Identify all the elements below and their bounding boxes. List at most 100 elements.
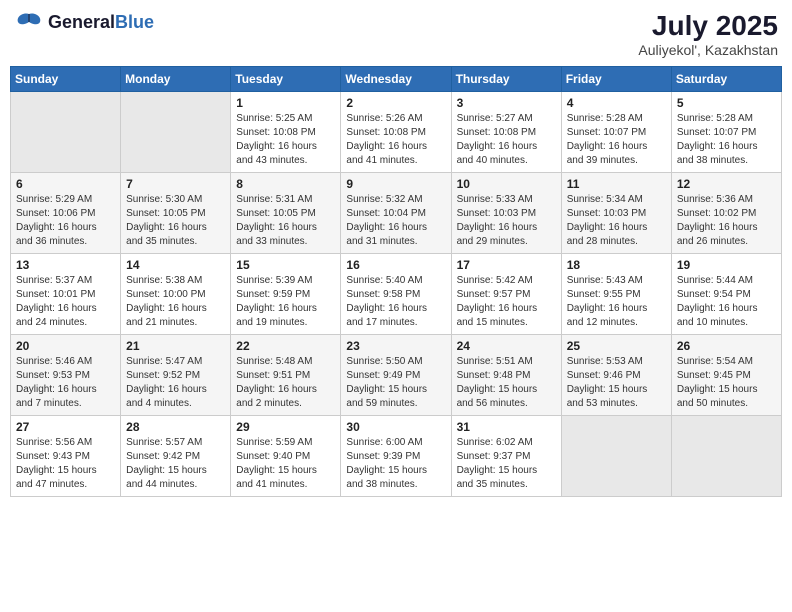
day-info: Sunrise: 5:34 AM Sunset: 10:03 PM Daylig… bbox=[567, 193, 666, 249]
calendar-cell: 6 Sunrise: 5:29 AM Sunset: 10:06 PM Dayli… bbox=[11, 173, 121, 254]
day-info: Sunrise: 5:53 AM Sunset: 9:46 PM Dayligh… bbox=[567, 355, 666, 411]
day-number: 23 bbox=[346, 339, 445, 353]
day-number: 12 bbox=[677, 177, 776, 191]
day-number: 2 bbox=[346, 96, 445, 110]
day-info: Sunrise: 5:40 AM Sunset: 9:58 PM Dayligh… bbox=[346, 274, 445, 330]
day-info: Sunrise: 5:56 AM Sunset: 9:43 PM Dayligh… bbox=[16, 436, 115, 492]
calendar-cell: 12 Sunrise: 5:36 AM Sunset: 10:02 PM Dayl… bbox=[671, 173, 781, 254]
calendar-cell: 18 Sunrise: 5:43 AM Sunset: 9:55 PM Dayli… bbox=[561, 254, 671, 335]
calendar-cell: 3 Sunrise: 5:27 AM Sunset: 10:08 PM Dayli… bbox=[451, 92, 561, 173]
calendar-cell: 19 Sunrise: 5:44 AM Sunset: 9:54 PM Dayli… bbox=[671, 254, 781, 335]
day-info: Sunrise: 5:46 AM Sunset: 9:53 PM Dayligh… bbox=[16, 355, 115, 411]
calendar-cell: 30 Sunrise: 6:00 AM Sunset: 9:39 PM Dayli… bbox=[341, 416, 451, 497]
day-info: Sunrise: 5:26 AM Sunset: 10:08 PM Daylig… bbox=[346, 112, 445, 168]
day-number: 6 bbox=[16, 177, 115, 191]
calendar-week-row: 13Sunrise: 5:37 AM Sunset: 10:01 PM Dayl… bbox=[11, 254, 782, 335]
day-info: Sunrise: 5:36 AM Sunset: 10:02 PM Daylig… bbox=[677, 193, 776, 249]
calendar-cell: 8 Sunrise: 5:31 AM Sunset: 10:05 PM Dayli… bbox=[231, 173, 341, 254]
day-number: 29 bbox=[236, 420, 335, 434]
day-number: 24 bbox=[457, 339, 556, 353]
calendar-cell: 21 Sunrise: 5:47 AM Sunset: 9:52 PM Dayli… bbox=[121, 335, 231, 416]
day-number: 18 bbox=[567, 258, 666, 272]
day-number: 27 bbox=[16, 420, 115, 434]
day-number: 11 bbox=[567, 177, 666, 191]
day-info: Sunrise: 6:02 AM Sunset: 9:37 PM Dayligh… bbox=[457, 436, 556, 492]
day-number: 26 bbox=[677, 339, 776, 353]
day-number: 8 bbox=[236, 177, 335, 191]
day-info: Sunrise: 6:00 AM Sunset: 9:39 PM Dayligh… bbox=[346, 436, 445, 492]
day-info: Sunrise: 5:43 AM Sunset: 9:55 PM Dayligh… bbox=[567, 274, 666, 330]
day-info: Sunrise: 5:42 AM Sunset: 9:57 PM Dayligh… bbox=[457, 274, 556, 330]
day-info: Sunrise: 5:33 AM Sunset: 10:03 PM Daylig… bbox=[457, 193, 556, 249]
day-number: 28 bbox=[126, 420, 225, 434]
calendar-cell: 20 Sunrise: 5:46 AM Sunset: 9:53 PM Dayli… bbox=[11, 335, 121, 416]
day-number: 31 bbox=[457, 420, 556, 434]
calendar-cell: 22 Sunrise: 5:48 AM Sunset: 9:51 PM Dayli… bbox=[231, 335, 341, 416]
calendar-cell bbox=[121, 92, 231, 173]
col-header-saturday: Saturday bbox=[671, 67, 781, 92]
calendar-cell bbox=[11, 92, 121, 173]
calendar-cell: 10 Sunrise: 5:33 AM Sunset: 10:03 PM Dayl… bbox=[451, 173, 561, 254]
col-header-friday: Friday bbox=[561, 67, 671, 92]
location: Auliyekol', Kazakhstan bbox=[638, 42, 778, 58]
day-info: Sunrise: 5:29 AM Sunset: 10:06 PM Daylig… bbox=[16, 193, 115, 249]
day-number: 9 bbox=[346, 177, 445, 191]
calendar-cell: 25 Sunrise: 5:53 AM Sunset: 9:46 PM Dayli… bbox=[561, 335, 671, 416]
calendar-cell: 14 Sunrise: 5:38 AM Sunset: 10:00 PM Dayl… bbox=[121, 254, 231, 335]
day-number: 19 bbox=[677, 258, 776, 272]
calendar-cell: 15 Sunrise: 5:39 AM Sunset: 9:59 PM Dayli… bbox=[231, 254, 341, 335]
day-info: Sunrise: 5:38 AM Sunset: 10:00 PM Daylig… bbox=[126, 274, 225, 330]
day-number: 20 bbox=[16, 339, 115, 353]
calendar-cell: 13Sunrise: 5:37 AM Sunset: 10:01 PM Dayl… bbox=[11, 254, 121, 335]
calendar-cell: 28 Sunrise: 5:57 AM Sunset: 9:42 PM Dayli… bbox=[121, 416, 231, 497]
calendar-week-row: 1Sunrise: 5:25 AM Sunset: 10:08 PM Dayli… bbox=[11, 92, 782, 173]
month-year: July 2025 bbox=[638, 10, 778, 42]
day-number: 30 bbox=[346, 420, 445, 434]
day-info: Sunrise: 5:51 AM Sunset: 9:48 PM Dayligh… bbox=[457, 355, 556, 411]
day-info: Sunrise: 5:31 AM Sunset: 10:05 PM Daylig… bbox=[236, 193, 335, 249]
day-info: Sunrise: 5:32 AM Sunset: 10:04 PM Daylig… bbox=[346, 193, 445, 249]
day-info: Sunrise: 5:28 AM Sunset: 10:07 PM Daylig… bbox=[677, 112, 776, 168]
day-info: Sunrise: 5:27 AM Sunset: 10:08 PM Daylig… bbox=[457, 112, 556, 168]
day-number: 16 bbox=[346, 258, 445, 272]
day-info: Sunrise: 5:48 AM Sunset: 9:51 PM Dayligh… bbox=[236, 355, 335, 411]
title-block: July 2025 Auliyekol', Kazakhstan bbox=[638, 10, 778, 58]
calendar-cell: 4 Sunrise: 5:28 AM Sunset: 10:07 PM Dayli… bbox=[561, 92, 671, 173]
calendar-cell: 9 Sunrise: 5:32 AM Sunset: 10:04 PM Dayli… bbox=[341, 173, 451, 254]
day-number: 21 bbox=[126, 339, 225, 353]
day-info: Sunrise: 5:57 AM Sunset: 9:42 PM Dayligh… bbox=[126, 436, 225, 492]
calendar-cell: 1Sunrise: 5:25 AM Sunset: 10:08 PM Dayli… bbox=[231, 92, 341, 173]
col-header-tuesday: Tuesday bbox=[231, 67, 341, 92]
calendar-cell: 7 Sunrise: 5:30 AM Sunset: 10:05 PM Dayli… bbox=[121, 173, 231, 254]
logo: GeneralBlue bbox=[14, 10, 154, 34]
day-info: Sunrise: 5:39 AM Sunset: 9:59 PM Dayligh… bbox=[236, 274, 335, 330]
day-number: 4 bbox=[567, 96, 666, 110]
calendar-cell: 27 Sunrise: 5:56 AM Sunset: 9:43 PM Dayli… bbox=[11, 416, 121, 497]
day-number: 15 bbox=[236, 258, 335, 272]
page-header: GeneralBlue July 2025 Auliyekol', Kazakh… bbox=[10, 10, 782, 58]
col-header-thursday: Thursday bbox=[451, 67, 561, 92]
day-info: Sunrise: 5:28 AM Sunset: 10:07 PM Daylig… bbox=[567, 112, 666, 168]
day-number: 7 bbox=[126, 177, 225, 191]
calendar-cell: 26Sunrise: 5:54 AM Sunset: 9:45 PM Dayli… bbox=[671, 335, 781, 416]
col-header-sunday: Sunday bbox=[11, 67, 121, 92]
day-number: 3 bbox=[457, 96, 556, 110]
day-info: Sunrise: 5:47 AM Sunset: 9:52 PM Dayligh… bbox=[126, 355, 225, 411]
logo-blue: Blue bbox=[115, 12, 154, 32]
day-number: 25 bbox=[567, 339, 666, 353]
calendar-cell: 24 Sunrise: 5:51 AM Sunset: 9:48 PM Dayli… bbox=[451, 335, 561, 416]
calendar-cell: 29 Sunrise: 5:59 AM Sunset: 9:40 PM Dayli… bbox=[231, 416, 341, 497]
day-number: 14 bbox=[126, 258, 225, 272]
day-number: 10 bbox=[457, 177, 556, 191]
logo-general: General bbox=[48, 12, 115, 32]
day-info: Sunrise: 5:30 AM Sunset: 10:05 PM Daylig… bbox=[126, 193, 225, 249]
day-info: Sunrise: 5:50 AM Sunset: 9:49 PM Dayligh… bbox=[346, 355, 445, 411]
calendar-cell bbox=[671, 416, 781, 497]
calendar-week-row: 27 Sunrise: 5:56 AM Sunset: 9:43 PM Dayli… bbox=[11, 416, 782, 497]
day-number: 22 bbox=[236, 339, 335, 353]
calendar-table: SundayMondayTuesdayWednesdayThursdayFrid… bbox=[10, 66, 782, 497]
calendar-cell: 16 Sunrise: 5:40 AM Sunset: 9:58 PM Dayli… bbox=[341, 254, 451, 335]
logo-text: GeneralBlue bbox=[48, 12, 154, 33]
day-info: Sunrise: 5:59 AM Sunset: 9:40 PM Dayligh… bbox=[236, 436, 335, 492]
day-info: Sunrise: 5:44 AM Sunset: 9:54 PM Dayligh… bbox=[677, 274, 776, 330]
